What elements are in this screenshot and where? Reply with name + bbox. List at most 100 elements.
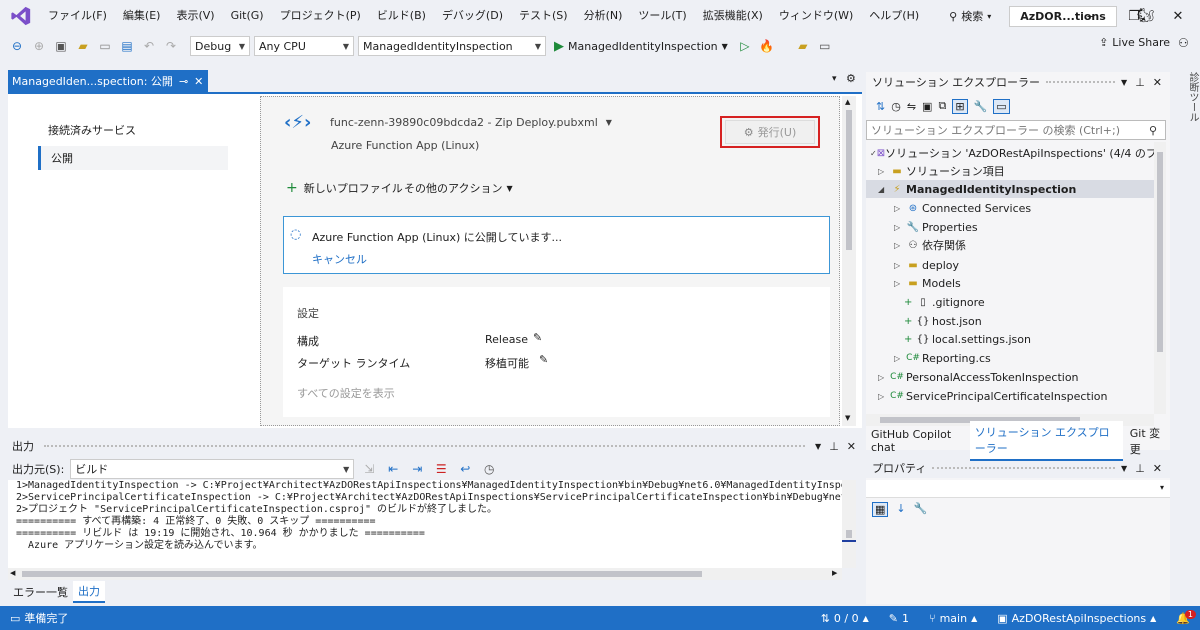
tree-managed-identity-project[interactable]: ◢ ⚡ ManagedIdentityInspection [866, 180, 1154, 198]
pin-icon[interactable]: ⊥ [1135, 76, 1145, 89]
diagnostic-tools-strip[interactable]: 診断ツール [1172, 72, 1200, 452]
publish-toolbar-icon[interactable]: ▰ [794, 37, 812, 55]
nav-publish[interactable]: 公開 [38, 146, 228, 170]
tree-models[interactable]: ▷ ▬ Models [866, 274, 1154, 292]
tree-solution-items[interactable]: ▷ ▬ ソリューション項目 [866, 162, 1154, 180]
publish-button[interactable]: ⚙ 発行(U) [725, 120, 815, 144]
profile-selector[interactable]: func-zenn-39890c09bdcda2 - Zip Deploy.pu… [330, 116, 612, 129]
history-icon[interactable]: ◷ [891, 100, 901, 113]
properties-object-select[interactable]: ▾ [866, 480, 1170, 498]
output-window-icon[interactable]: ▭ [10, 612, 20, 625]
nav-connected-services[interactable]: 接続済みサービス [38, 118, 228, 142]
tree-host-json[interactable]: +{} host.json [866, 312, 1154, 330]
collapse-all-icon[interactable]: ▣ [922, 100, 932, 113]
close-icon[interactable]: ✕ [1153, 76, 1162, 89]
close-icon[interactable]: ✕ [847, 440, 856, 453]
search-button[interactable]: ⚲ 検索 ▾ [941, 5, 999, 27]
pin-icon[interactable]: ⊥ [829, 440, 839, 453]
collapsed-arrow-icon[interactable]: ▷ [894, 223, 904, 232]
new-project-icon[interactable]: ▣ [52, 37, 70, 55]
gear-icon[interactable]: ⚙ [846, 72, 856, 85]
sync-icon[interactable]: ⇅ [876, 100, 885, 113]
tab-output[interactable]: 出力 [73, 581, 105, 603]
collapsed-arrow-icon[interactable]: ▷ [878, 167, 888, 176]
collapsed-arrow-icon[interactable]: ▷ [894, 354, 904, 363]
close-icon[interactable]: ✕ [1156, 0, 1200, 32]
tree-properties[interactable]: ▷ 🔧 Properties [866, 218, 1154, 236]
collapsed-arrow-icon[interactable]: ▷ [894, 261, 904, 270]
expand-icon[interactable]: ✓ [870, 149, 877, 158]
status-repository[interactable]: ▣ AzDORestApiInspections ▲ [987, 612, 1166, 625]
menu-item-12[interactable]: ヘルプ(H) [861, 0, 927, 32]
cancel-link[interactable]: キャンセル [312, 251, 367, 267]
layout-icon[interactable]: ▭ [816, 37, 834, 55]
preview-icon[interactable]: ▭ [993, 98, 1010, 114]
menu-item-2[interactable]: 表示(V) [168, 0, 222, 32]
start-without-debugging-icon[interactable]: ▷ [736, 37, 754, 55]
undo-icon[interactable]: ↶ [140, 37, 158, 55]
configuration-select[interactable]: Debug ▼ [190, 36, 250, 56]
filter-icon[interactable]: ⊞ [952, 98, 968, 114]
scroll-left-icon[interactable]: ◀ [10, 569, 15, 577]
tab-solution-explorer[interactable]: ソリューション エクスプローラー [969, 421, 1123, 461]
status-notifications[interactable]: 🔔 1 [1166, 609, 1200, 625]
show-all-settings-link[interactable]: すべての設定を表示 [297, 385, 395, 401]
pencil-icon[interactable]: ✎ [533, 331, 542, 344]
menu-item-7[interactable]: テスト(S) [511, 0, 576, 32]
startup-project-select[interactable]: ManagedIdentityInspection ▼ [358, 36, 546, 56]
expanded-arrow-icon[interactable]: ◢ [878, 185, 888, 194]
word-wrap-icon[interactable]: ↩ [456, 460, 474, 478]
previous-message-icon[interactable]: ⇤ [384, 460, 402, 478]
menu-item-6[interactable]: デバッグ(D) [434, 0, 511, 32]
properties-wrench-icon[interactable]: 🔧 [974, 100, 988, 113]
property-pages-icon[interactable]: 🔧 [914, 502, 928, 517]
output-source-select[interactable]: ビルド ▼ [70, 459, 355, 479]
status-pending-commits[interactable]: ✎ 1 [879, 612, 919, 625]
tab-git-changes[interactable]: Git 変更 [1125, 422, 1170, 460]
chevron-down-icon[interactable]: ▼ [815, 442, 821, 451]
pin-icon[interactable]: ⊸ [179, 75, 188, 88]
menu-item-3[interactable]: Git(G) [223, 0, 272, 32]
go-to-error-icon[interactable]: ⇲ [360, 460, 378, 478]
tree-gitignore[interactable]: + ▯ .gitignore [866, 293, 1154, 311]
output-text-area[interactable]: 1>ManagedIdentityInspection -> C:¥Projec… [8, 480, 842, 568]
tab-copilot-chat[interactable]: GitHub Copilot chat [866, 425, 968, 457]
tree-pat-project[interactable]: ▷ C# PersonalAccessTokenInspection [866, 368, 1154, 386]
menu-item-10[interactable]: 拡張機能(X) [695, 0, 771, 32]
tab-error-list[interactable]: エラー一覧 [8, 582, 73, 602]
output-horizontal-scrollbar[interactable]: ◀ ▶ [8, 568, 842, 580]
publish-vertical-scrollbar[interactable]: ▲ ▼ [842, 96, 856, 426]
forward-icon[interactable]: ⊕ [30, 37, 48, 55]
menu-item-9[interactable]: ツール(T) [630, 0, 694, 32]
menu-item-1[interactable]: 編集(E) [115, 0, 169, 32]
new-profile-button[interactable]: + 新しいプロファイル [286, 180, 403, 196]
solution-explorer-search[interactable]: ソリューション エクスプローラー の検索 (Ctrl+;) ⚲ [866, 120, 1166, 140]
scroll-thumb[interactable] [22, 571, 702, 577]
copy-icon[interactable]: ⧉ [938, 99, 946, 113]
menu-item-4[interactable]: プロジェクト(P) [272, 0, 369, 32]
hot-reload-icon[interactable]: 🔥 [758, 37, 776, 55]
tab-publish[interactable]: ManagedIden...spection: 公開 ⊸ ✕ [8, 70, 208, 92]
solution-explorer-vertical-scrollbar[interactable] [1154, 142, 1166, 414]
scroll-thumb[interactable] [846, 110, 852, 250]
pencil-icon[interactable]: ✎ [539, 353, 548, 366]
menu-item-5[interactable]: ビルド(B) [369, 0, 434, 32]
scroll-thumb[interactable] [846, 530, 852, 538]
tree-solution[interactable]: ✓ ⊠ ソリューション 'AzDORestApiInspections' (4/4… [866, 144, 1154, 162]
maximize-icon[interactable]: ❐ [1112, 0, 1156, 32]
next-message-icon[interactable]: ⇥ [408, 460, 426, 478]
output-vertical-scrollbar[interactable] [842, 480, 856, 568]
tab-list-dropdown-icon[interactable]: ▾ [832, 74, 837, 84]
close-icon[interactable]: ✕ [1153, 462, 1162, 475]
tree-dependencies[interactable]: ▷ ⚇ 依存関係 [866, 236, 1154, 254]
collapsed-arrow-icon[interactable]: ▷ [894, 241, 904, 250]
scroll-thumb[interactable] [1157, 152, 1163, 352]
back-icon[interactable]: ⊖ [8, 37, 26, 55]
clear-all-icon[interactable]: ☰ [432, 460, 450, 478]
categorized-icon[interactable]: ▦ [872, 502, 889, 517]
open-folder-icon[interactable]: ▰ [74, 37, 92, 55]
tree-deploy[interactable]: ▷ ▬ deploy [866, 256, 1154, 274]
pin-icon[interactable]: ⊥ [1135, 462, 1145, 475]
collapsed-arrow-icon[interactable]: ▷ [894, 204, 904, 213]
save-all-icon[interactable]: ▤ [118, 37, 136, 55]
